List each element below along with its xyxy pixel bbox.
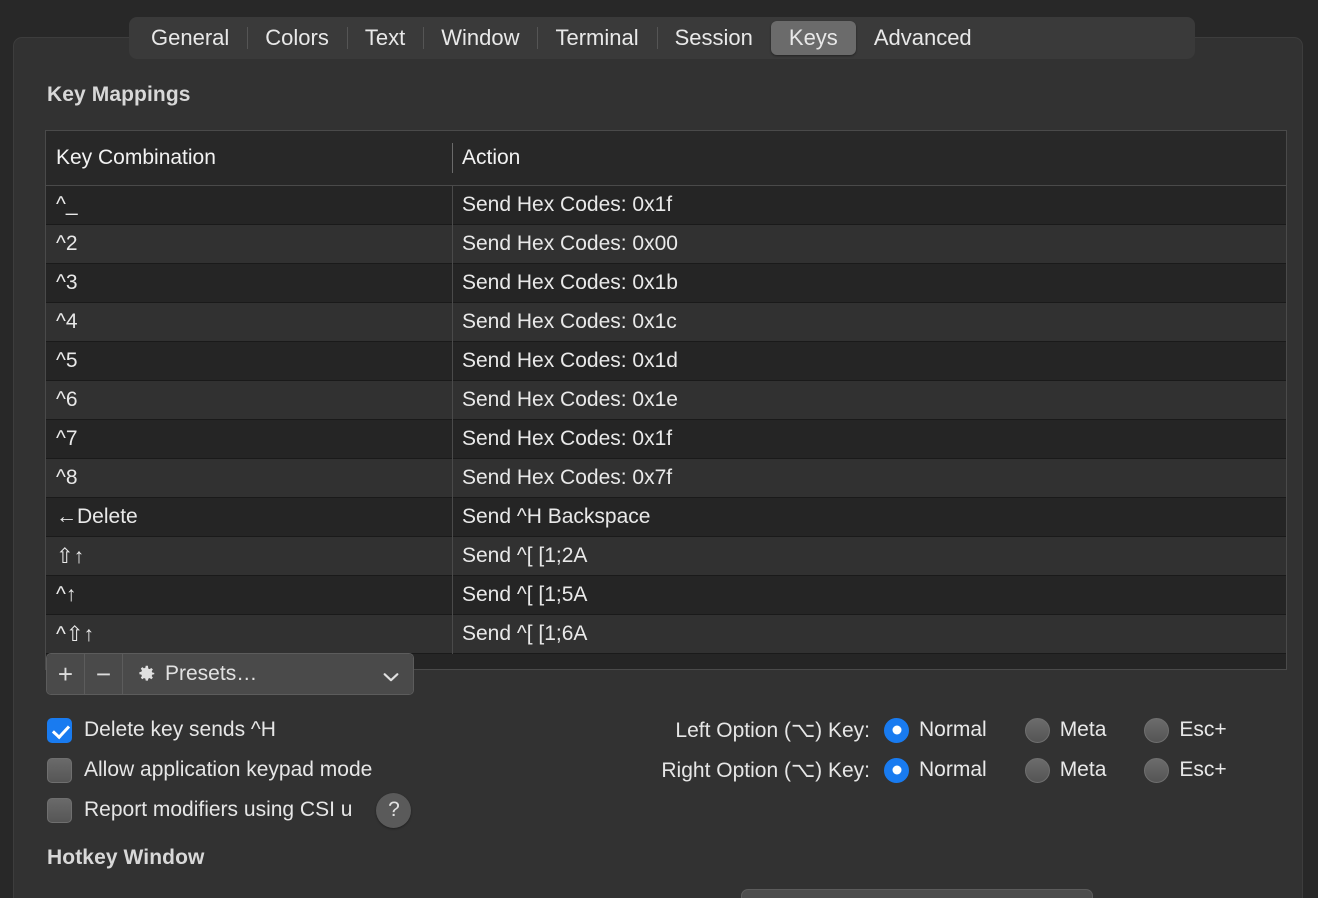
table-toolbar: + − Presets… — [46, 653, 414, 695]
tab-advanced[interactable]: Advanced — [856, 21, 990, 55]
checkbox-allow-application-keypad-mode[interactable] — [47, 757, 72, 783]
table-row[interactable]: ^⇧↑ Send ^[ [1;6A — [46, 615, 1286, 654]
option-key-row: Right Option (⌥) Key: Normal Meta Esc+ — [619, 750, 1227, 790]
radio-label: Meta — [1059, 758, 1107, 781]
cell-action[interactable]: Send Hex Codes: 0x1b — [452, 264, 1286, 303]
tab-colors[interactable]: Colors — [247, 21, 347, 55]
radio-label: Meta — [1059, 718, 1107, 741]
cell-key-combination[interactable]: ⇧↑ — [46, 537, 452, 575]
table-row[interactable]: ←Delete Send ^H Backspace — [46, 498, 1286, 537]
cell-key-combination[interactable]: ^3 — [46, 264, 452, 302]
preferences-tab-bar: General Colors Text Window Terminal Session Ke… — [129, 17, 1195, 59]
cell-action[interactable]: Send ^H Backspace — [452, 498, 1286, 537]
option-key-label: Left Option (⌥) Key: — [675, 718, 870, 742]
table-row[interactable]: ^_ Send Hex Codes: 0x1f — [46, 186, 1286, 225]
table-row[interactable]: ⇧↑ Send ^[ [1;2A — [46, 537, 1286, 576]
checkbox-label: Allow application keypad mode — [84, 758, 373, 781]
radio-option[interactable]: Normal — [884, 757, 987, 783]
cell-action[interactable]: Send Hex Codes: 0x1f — [452, 186, 1286, 225]
tab-terminal[interactable]: Terminal — [537, 21, 656, 55]
cell-key-combination[interactable]: ←Delete — [46, 498, 452, 536]
cell-action[interactable]: Send ^[ [1;6A — [452, 615, 1286, 654]
checkbox-delete-key-sends-h[interactable] — [47, 717, 72, 743]
table-row[interactable]: ^7 Send Hex Codes: 0x1f — [46, 420, 1286, 459]
cell-key-combination[interactable]: ^_ — [46, 186, 452, 224]
preferences-window: Key Mappings Key Combination Action ^_ Se… — [0, 0, 1318, 898]
cell-key-combination[interactable]: ^⇧↑ — [46, 615, 452, 653]
table-header-row: Key Combination Action — [46, 131, 1286, 186]
remove-mapping-button[interactable]: − — [85, 654, 123, 694]
checkbox-row: Allow application keypad mode — [47, 750, 411, 790]
cell-key-combination[interactable]: ^7 — [46, 420, 452, 458]
presets-label: Presets… — [165, 662, 258, 685]
presets-dropdown[interactable]: Presets… — [123, 654, 413, 694]
radio-meta[interactable] — [1024, 717, 1050, 743]
tab-session[interactable]: Session — [656, 21, 771, 55]
radio-label: Esc+ — [1179, 758, 1227, 781]
cell-action[interactable]: Send Hex Codes: 0x1f — [452, 420, 1286, 459]
checkbox-row: Delete key sends ^H — [47, 710, 411, 750]
table-row[interactable]: ^6 Send Hex Codes: 0x1e — [46, 381, 1286, 420]
cell-key-combination[interactable]: ^6 — [46, 381, 452, 419]
table-body: ^_ Send Hex Codes: 0x1f ^2 Send Hex Codes: … — [46, 186, 1286, 654]
radio-label: Normal — [919, 718, 987, 741]
key-mappings-heading: Key Mappings — [47, 83, 191, 106]
radio-option[interactable]: Esc+ — [1144, 757, 1227, 783]
gear-icon — [135, 663, 157, 685]
cell-action[interactable]: Send Hex Codes: 0x00 — [452, 225, 1286, 264]
chevron-down-icon — [383, 669, 399, 682]
checkbox-row: Report modifiers using CSI u? — [47, 790, 412, 830]
radio-label: Esc+ — [1179, 718, 1227, 741]
add-mapping-button[interactable]: + — [47, 654, 85, 694]
cell-key-combination[interactable]: ^8 — [46, 459, 452, 497]
hotkey-window-heading: Hotkey Window — [47, 846, 205, 869]
cell-key-combination[interactable]: ^5 — [46, 342, 452, 380]
cell-key-combination[interactable]: ^↑ — [46, 576, 452, 614]
key-mappings-table[interactable]: Key Combination Action ^_ Send Hex Codes:… — [45, 130, 1287, 670]
cell-action[interactable]: Send ^[ [1;2A — [452, 537, 1286, 576]
option-key-row: Left Option (⌥) Key: Normal Meta Esc+ — [619, 710, 1227, 750]
tab-general[interactable]: General — [133, 21, 247, 55]
cell-key-combination[interactable]: ^4 — [46, 303, 452, 341]
table-row[interactable]: ^4 Send Hex Codes: 0x1c — [46, 303, 1286, 342]
checkbox-label: Delete key sends ^H — [84, 718, 276, 741]
tab-text[interactable]: Text — [346, 21, 423, 55]
hotkey-window-control[interactable] — [741, 889, 1093, 898]
radio-option[interactable]: Esc+ — [1144, 717, 1227, 743]
radio-meta[interactable] — [1024, 757, 1050, 783]
checkbox-label: Report modifiers using CSI u — [84, 798, 353, 821]
table-row[interactable]: ^↑ Send ^[ [1;5A — [46, 576, 1286, 615]
tab-window[interactable]: Window — [423, 21, 537, 55]
cell-action[interactable]: Send Hex Codes: 0x7f — [452, 459, 1286, 498]
table-row[interactable]: ^5 Send Hex Codes: 0x1d — [46, 342, 1286, 381]
radio-option[interactable]: Meta — [1024, 757, 1107, 783]
column-header-key-combination[interactable]: Key Combination — [46, 131, 452, 185]
radio-option[interactable]: Normal — [884, 717, 987, 743]
cell-action[interactable]: Send Hex Codes: 0x1e — [452, 381, 1286, 420]
help-icon[interactable]: ? — [376, 792, 412, 828]
radio-option[interactable]: Meta — [1024, 717, 1107, 743]
table-row[interactable]: ^3 Send Hex Codes: 0x1b — [46, 264, 1286, 303]
cell-key-combination[interactable]: ^2 — [46, 225, 452, 263]
radio-normal[interactable] — [884, 757, 909, 783]
cell-action[interactable]: Send Hex Codes: 0x1d — [452, 342, 1286, 381]
radio-esc[interactable] — [1144, 757, 1170, 783]
table-row[interactable]: ^8 Send Hex Codes: 0x7f — [46, 459, 1286, 498]
radio-esc[interactable] — [1144, 717, 1170, 743]
option-key-settings: Left Option (⌥) Key: Normal Meta Esc+ Right … — [619, 710, 1227, 790]
radio-label: Normal — [919, 758, 987, 781]
cell-action[interactable]: Send ^[ [1;5A — [452, 576, 1286, 615]
keys-preferences-panel: Key Mappings Key Combination Action ^_ Se… — [13, 37, 1303, 898]
cell-action[interactable]: Send Hex Codes: 0x1c — [452, 303, 1286, 342]
radio-normal[interactable] — [884, 717, 909, 743]
option-key-label: Right Option (⌥) Key: — [661, 758, 870, 782]
table-row[interactable]: ^2 Send Hex Codes: 0x00 — [46, 225, 1286, 264]
checkbox-report-modifiers-using-csi-u[interactable] — [47, 797, 72, 823]
tab-keys[interactable]: Keys — [770, 21, 856, 55]
keys-options-checkboxes: Delete key sends ^H Allow application key… — [47, 710, 412, 830]
column-header-action[interactable]: Action — [452, 131, 1286, 185]
